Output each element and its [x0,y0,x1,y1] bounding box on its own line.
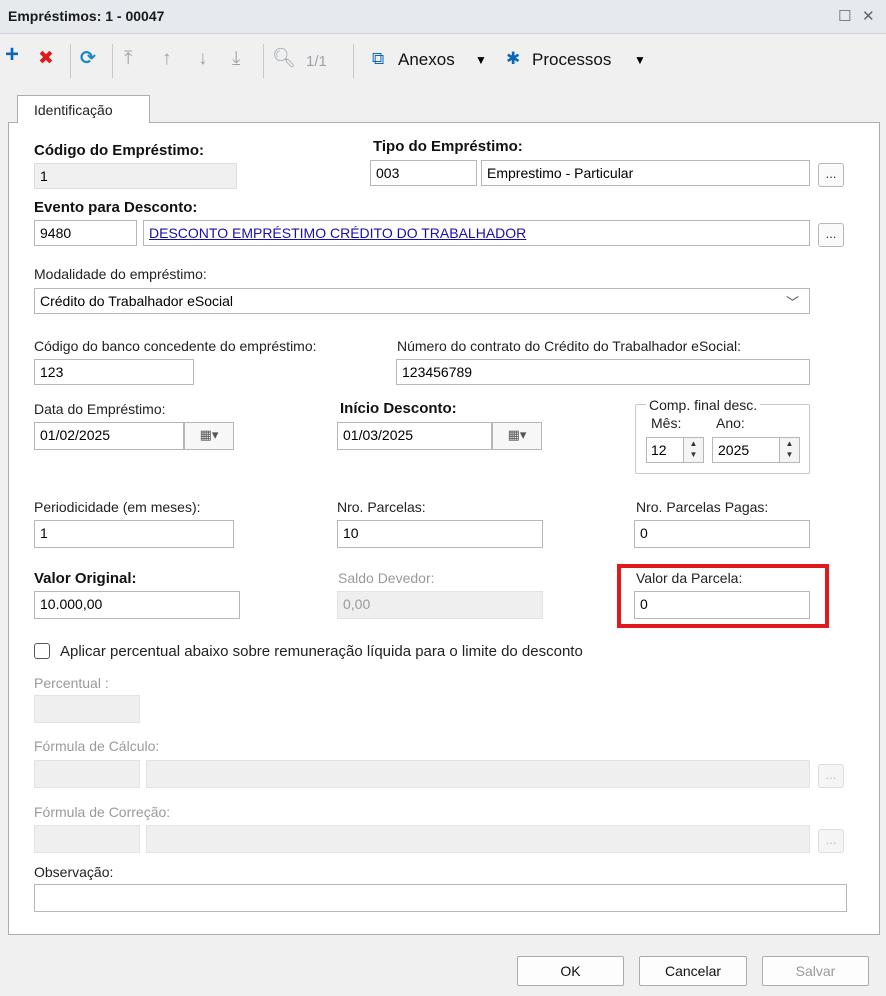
tipo-code-field[interactable]: 003 [370,160,477,186]
spin-arrows-icon[interactable]: ▲ ▼ [779,438,799,462]
toolbar: + ✖ ⟳ ⤒ ↑ ↓ ⤓ 🔍︎ 1/1 ⧉ Anexos ▼ ✱ Proces… [0,38,886,82]
banco-field[interactable]: 123 [34,359,194,385]
modalidade-label: Modalidade do empréstimo: [34,266,207,282]
chevron-down-icon[interactable]: ▼ [634,53,646,67]
toolbar-separator [70,44,71,78]
formula-correcao-label: Fórmula de Correção: [34,804,171,820]
ano-label: Ano: [716,415,745,431]
observacao-field[interactable] [34,884,847,912]
saldo-devedor-field: 0,00 [337,591,543,619]
spin-arrows-icon[interactable]: ▲ ▼ [683,438,703,462]
parcelas-label: Nro. Parcelas: [337,499,426,515]
aplicar-percentual-label: Aplicar percentual abaixo sobre remunera… [60,643,583,660]
processos-menu[interactable]: Processos [532,50,611,70]
tipo-lookup-button[interactable]: ... [818,163,844,187]
modalidade-value: Crédito do Trabalhador eSocial [40,293,234,309]
gear-icon[interactable]: ✱ [506,48,520,70]
contrato-label: Número do contrato do Crédito do Trabalh… [397,338,741,354]
evento-desc-link[interactable]: DESCONTO EMPRÉSTIMO CRÉDITO DO TRABALHAD… [143,220,810,246]
tab-identificacao[interactable]: Identificação [17,95,150,123]
modalidade-select[interactable]: Crédito do Trabalhador eSocial ﹀ [34,288,810,314]
maximize-icon[interactable]: ☐ [838,7,851,25]
next-record-icon[interactable]: ↓ [198,48,208,70]
aplicar-percentual-checkbox[interactable] [34,643,50,659]
valor-original-label: Valor Original: [34,570,137,587]
title-bar: Empréstimos: 1 - 00047 ☐ ✕ [0,0,886,34]
inicio-desconto-label: Início Desconto: [340,400,457,417]
parcelas-pagas-label: Nro. Parcelas Pagas: [636,499,769,515]
observacao-label: Observação: [34,864,114,880]
chevron-down-icon: ﹀ [785,295,799,310]
toolbar-separator [263,44,264,78]
data-emprestimo-label: Data do Empréstimo: [34,401,166,417]
last-record-icon[interactable]: ⤓ [232,48,240,70]
evento-lookup-button[interactable]: ... [818,223,844,247]
formula-correcao-desc-field [146,825,810,853]
periodicidade-field[interactable]: 1 [34,520,234,548]
formula-calculo-lookup-button: ... [818,764,844,788]
mes-stepper[interactable]: 12 ▲ ▼ [646,437,704,463]
parcelas-pagas-field[interactable]: 0 [634,520,810,548]
evento-label: Evento para Desconto: [34,199,198,216]
toolbar-separator [112,44,113,78]
highlight-box [617,564,829,628]
saldo-devedor-label: Saldo Devedor: [338,570,435,586]
page-indicator: 1/1 [306,53,327,70]
refresh-icon[interactable]: ⟳ [80,48,96,70]
percentual-label: Percentual : [34,675,109,691]
ano-stepper[interactable]: 2025 ▲ ▼ [712,437,800,463]
cancel-button[interactable]: Cancelar [639,956,747,986]
calendar-icon[interactable]: ▦▾ [184,422,234,450]
formula-calculo-desc-field [146,760,810,788]
formula-calculo-label: Fórmula de Cálculo: [34,738,160,754]
formula-correcao-code-field [34,825,140,853]
codigo-field[interactable]: 1 [34,163,237,189]
ano-value: 2025 [718,442,750,458]
search-icon[interactable]: 🔍︎ [272,48,296,70]
tipo-desc-field[interactable]: Emprestimo - Particular [481,160,810,186]
chevron-down-icon[interactable]: ▼ [475,53,487,67]
save-button[interactable]: Salvar [762,956,869,986]
parcelas-field[interactable]: 10 [337,520,543,548]
valor-original-field[interactable]: 10.000,00 [34,591,240,619]
evento-code-field[interactable]: 9480 [34,220,137,246]
percentual-field [34,695,140,723]
close-icon[interactable]: ✕ [862,7,875,25]
inicio-desconto-field[interactable]: 01/03/2025 [337,422,492,450]
data-emprestimo-field[interactable]: 01/02/2025 [34,422,184,450]
toolbar-separator [353,44,354,78]
paperclip-icon[interactable]: ⧉ [372,48,384,70]
calendar-icon[interactable]: ▦▾ [492,422,542,450]
window-title: Empréstimos: 1 - 00047 [8,8,165,24]
banco-label: Código do banco concedente do empréstimo… [34,338,317,354]
anexos-menu[interactable]: Anexos [398,50,455,70]
formula-calculo-code-field [34,760,140,788]
formula-correcao-lookup-button: ... [818,829,844,853]
contrato-field[interactable]: 123456789 [396,359,810,385]
first-record-icon[interactable]: ⤒ [124,48,132,70]
comp-final-title: Comp. final desc. [646,397,761,413]
previous-record-icon[interactable]: ↑ [162,48,172,70]
mes-label: Mês: [651,415,682,431]
add-icon[interactable]: + [5,43,19,67]
periodicidade-label: Periodicidade (em meses): [34,499,201,515]
delete-icon[interactable]: ✖ [38,48,54,70]
tipo-label: Tipo do Empréstimo: [373,138,523,155]
mes-value: 12 [651,442,667,458]
ok-button[interactable]: OK [517,956,624,986]
codigo-label: Código do Empréstimo: [34,142,204,159]
